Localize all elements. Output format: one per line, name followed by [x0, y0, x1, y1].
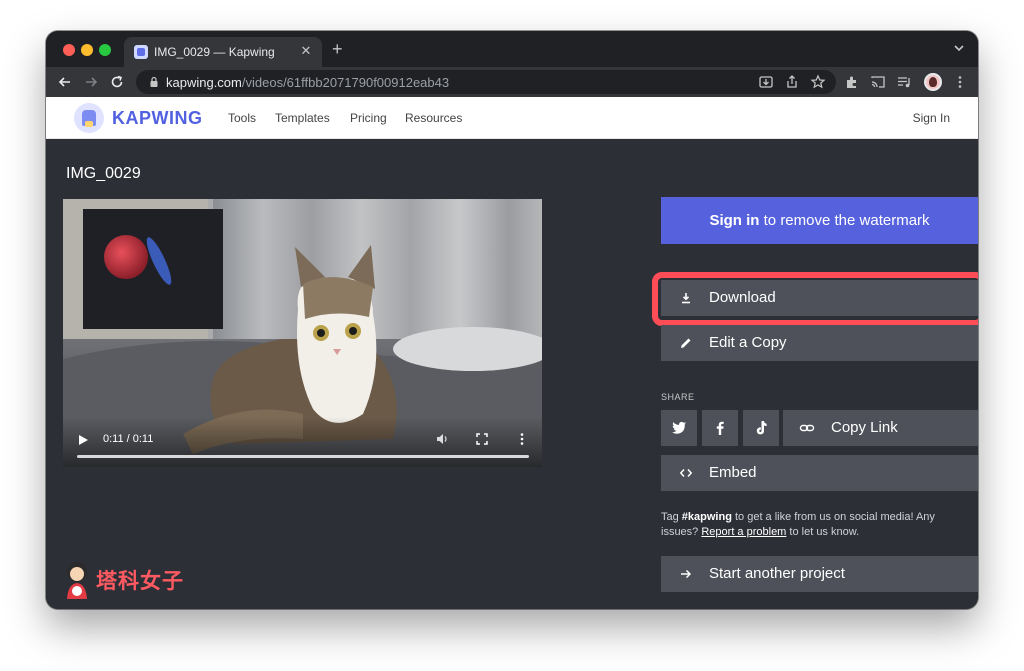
back-arrow-icon[interactable]	[56, 73, 74, 91]
share-heading: SHARE	[661, 392, 695, 402]
copy-link-label: Copy Link	[831, 419, 898, 436]
cast-icon[interactable]	[870, 74, 886, 90]
nav-link-pricing[interactable]: Pricing	[350, 111, 387, 125]
share-page-icon[interactable]	[784, 74, 800, 90]
video-title: IMG_0029	[66, 165, 141, 182]
play-icon[interactable]	[79, 435, 88, 445]
profile-avatar[interactable]	[924, 73, 942, 91]
edit-copy-label: Edit a Copy	[709, 334, 787, 351]
tiktok-icon	[756, 421, 767, 435]
sign-in-remove-watermark-button[interactable]: Sign in to remove the watermark	[661, 197, 978, 244]
share-facebook-button[interactable]	[702, 410, 738, 446]
video-options-icon[interactable]	[515, 432, 529, 446]
share-tiktok-button[interactable]	[743, 410, 779, 446]
new-tab-button[interactable]: +	[332, 40, 343, 58]
more-menu-icon[interactable]	[952, 74, 968, 90]
edit-copy-button[interactable]: Edit a Copy	[661, 325, 978, 361]
browser-window: IMG_0029 — Kapwing ✕ + kapwing.com/video…	[46, 31, 978, 609]
sign-in-link[interactable]: Sign In	[913, 111, 950, 125]
code-brackets-icon	[679, 468, 693, 478]
extensions-puzzle-icon[interactable]	[844, 74, 860, 90]
start-another-project-button[interactable]: Start another project	[661, 556, 978, 592]
close-window-button[interactable]	[63, 44, 75, 56]
video-progress-bar[interactable]	[77, 455, 529, 458]
nav-link-resources[interactable]: Resources	[405, 111, 462, 125]
nav-link-templates[interactable]: Templates	[275, 111, 330, 125]
embed-button[interactable]: Embed	[661, 455, 978, 491]
report-problem-link[interactable]: Report a problem	[701, 526, 786, 538]
facebook-icon	[716, 421, 724, 435]
download-highlight-box	[652, 272, 978, 326]
browser-toolbar: kapwing.com/videos/61ffbb2071790f00912ea…	[46, 67, 978, 97]
forward-arrow-icon[interactable]	[82, 73, 100, 91]
share-twitter-button[interactable]	[661, 410, 697, 446]
kapwing-logo-icon[interactable]	[74, 103, 104, 133]
start-another-project-label: Start another project	[709, 565, 845, 582]
site-header: KAPWING Tools Templates Pricing Resource…	[46, 97, 978, 139]
fullscreen-icon[interactable]	[475, 432, 489, 446]
embed-label: Embed	[709, 464, 757, 481]
video-time: 0:11 / 0:11	[103, 433, 154, 445]
video-controls: 0:11 / 0:11	[63, 417, 542, 467]
media-controls-icon[interactable]	[896, 74, 912, 90]
tab-strip: IMG_0029 — Kapwing ✕ +	[46, 31, 978, 67]
twitter-icon	[671, 421, 686, 434]
kapwing-logo-text[interactable]: KAPWING	[112, 108, 203, 129]
browser-tab[interactable]: IMG_0029 — Kapwing ✕	[124, 37, 322, 67]
install-app-icon[interactable]	[758, 74, 774, 90]
copy-link-button[interactable]: Copy Link	[783, 410, 978, 446]
tab-title: IMG_0029 — Kapwing	[154, 45, 275, 59]
bookmark-star-icon[interactable]	[810, 74, 826, 90]
lock-icon	[150, 76, 158, 87]
tab-search-chevron-icon[interactable]	[952, 41, 966, 55]
reload-icon[interactable]	[108, 73, 126, 91]
kapwing-favicon-icon	[134, 45, 148, 59]
volume-icon[interactable]	[435, 432, 449, 446]
watermark-text: 塔科女子	[96, 570, 184, 593]
maximize-window-button[interactable]	[99, 44, 111, 56]
url-text: kapwing.com/videos/61ffbb2071790f00912ea…	[166, 75, 450, 90]
watermark-girl-icon	[67, 562, 87, 599]
main-content: IMG_0029 0:11 / 0:11 Sign in to remove t…	[46, 139, 978, 609]
nav-link-tools[interactable]: Tools	[228, 111, 256, 125]
watermark-logo: 塔科女子	[60, 559, 210, 599]
pencil-icon	[681, 338, 691, 348]
arrow-right-icon	[681, 569, 692, 579]
address-bar[interactable]: kapwing.com/videos/61ffbb2071790f00912ea…	[136, 70, 836, 94]
social-info-text: Tag #kapwing to get a like from us on so…	[661, 511, 935, 538]
video-player[interactable]: 0:11 / 0:11	[63, 199, 542, 467]
link-icon	[799, 424, 815, 432]
tab-close-icon[interactable]: ✕	[298, 43, 314, 59]
minimize-window-button[interactable]	[81, 44, 93, 56]
